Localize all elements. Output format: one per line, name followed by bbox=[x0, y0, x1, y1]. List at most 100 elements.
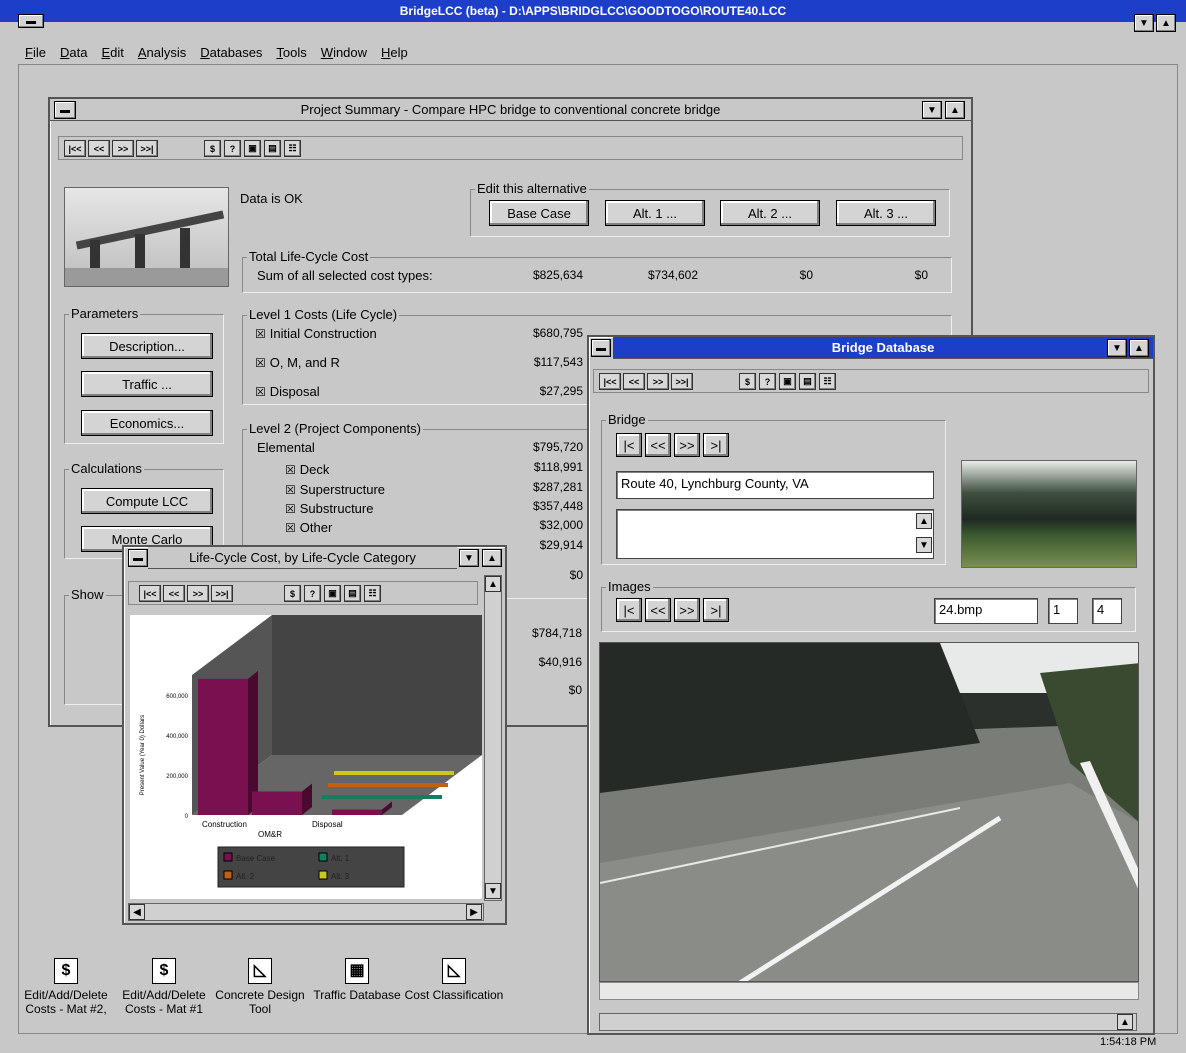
last-record-icon[interactable]: >>| bbox=[671, 373, 693, 390]
bridge-db-horizontal-scrollbar[interactable] bbox=[599, 1013, 1137, 1031]
image-last-button[interactable]: >| bbox=[703, 598, 729, 622]
next-record-icon[interactable]: >> bbox=[187, 585, 209, 602]
chart-maximize-button[interactable]: ▲ bbox=[482, 549, 502, 567]
compute-lcc-button[interactable]: Compute LCC bbox=[81, 488, 213, 514]
grid-icon[interactable]: ☷ bbox=[364, 585, 381, 602]
bridge-db-minimize-button[interactable]: ▼ bbox=[1107, 339, 1127, 357]
bridge-db-scroll-up-icon[interactable]: ▲ bbox=[1117, 1014, 1133, 1030]
checkbox-icon[interactable]: ☒ bbox=[285, 521, 296, 535]
maximize-button[interactable]: ▲ bbox=[1156, 14, 1176, 32]
chart-scroll-up-icon[interactable]: ▲ bbox=[485, 576, 501, 592]
copy-icon[interactable]: ▤ bbox=[264, 140, 281, 157]
project-summary-system-button[interactable]: ▬ bbox=[54, 101, 76, 119]
image-next-button[interactable]: >> bbox=[674, 598, 700, 622]
menu-analysis[interactable]: Analysis bbox=[131, 45, 193, 60]
menu-edit[interactable]: Edit bbox=[94, 45, 130, 60]
bridge-db-maximize-button[interactable]: ▲ bbox=[1129, 339, 1149, 357]
chart-scroll-right-icon[interactable]: ▶ bbox=[466, 904, 482, 920]
checkbox-icon[interactable]: ☒ bbox=[285, 483, 296, 497]
level1-row-omr[interactable]: ☒ O, M, and R bbox=[255, 355, 340, 370]
desktop-icon-cost-classification[interactable]: ◺ Cost Classification bbox=[404, 958, 504, 1002]
level2-row-substructure[interactable]: ☒ Substructure bbox=[285, 501, 373, 516]
dollar-icon[interactable]: $ bbox=[739, 373, 756, 390]
desktop-icon-concrete-design[interactable]: ◺ Concrete Design Tool bbox=[210, 958, 310, 1016]
minimize-button[interactable]: ▼ bbox=[1134, 14, 1154, 32]
project-summary-maximize-button[interactable]: ▲ bbox=[945, 101, 965, 119]
chart-scroll-left-icon[interactable]: ◀ bbox=[129, 904, 145, 920]
economics-button[interactable]: Economics... bbox=[81, 410, 213, 436]
legend-swatch bbox=[318, 852, 328, 862]
description-button[interactable]: Description... bbox=[81, 333, 213, 359]
checkbox-icon[interactable]: ☒ bbox=[255, 385, 266, 399]
previous-record-icon[interactable]: << bbox=[623, 373, 645, 390]
bridge-last-button[interactable]: >| bbox=[703, 433, 729, 457]
database-icon[interactable]: ▣ bbox=[324, 585, 341, 602]
alt-2-button[interactable]: Alt. 2 ... bbox=[720, 200, 820, 226]
chart-horizontal-scrollbar[interactable] bbox=[128, 903, 484, 921]
level1-label: Level 1 Costs (Life Cycle) bbox=[247, 307, 400, 322]
chart-minimize-button[interactable]: ▼ bbox=[459, 549, 479, 567]
database-icon[interactable]: ▣ bbox=[244, 140, 261, 157]
bridge-notes-field[interactable] bbox=[616, 509, 934, 559]
menu-tools[interactable]: Tools bbox=[269, 45, 313, 60]
menu-window[interactable]: Window bbox=[314, 45, 374, 60]
level2-row-other[interactable]: ☒ Other bbox=[285, 520, 332, 535]
chart-scroll-down-icon[interactable]: ▼ bbox=[485, 883, 501, 899]
checkbox-icon[interactable]: ☒ bbox=[255, 327, 266, 341]
base-case-button[interactable]: Base Case bbox=[489, 200, 589, 226]
checkbox-icon[interactable]: ☒ bbox=[285, 463, 296, 477]
last-record-icon[interactable]: >>| bbox=[211, 585, 233, 602]
help-icon[interactable]: ? bbox=[759, 373, 776, 390]
system-menu-button[interactable]: ▬ bbox=[18, 14, 44, 28]
desktop-icon-hpc-costs[interactable]: $ Edit/Add/Delete Costs - Mat #2, HPC Co… bbox=[16, 958, 116, 1016]
menu-file[interactable]: File bbox=[18, 45, 53, 60]
checkbox-icon[interactable]: ☒ bbox=[255, 356, 266, 370]
image-first-button[interactable]: |< bbox=[616, 598, 642, 622]
level1-row-initial-construction[interactable]: ☒ Initial Construction bbox=[255, 326, 377, 341]
bridge-first-button[interactable]: |< bbox=[616, 433, 642, 457]
project-summary-minimize-button[interactable]: ▼ bbox=[922, 101, 942, 119]
next-record-icon[interactable]: >> bbox=[647, 373, 669, 390]
grid-icon[interactable]: ☷ bbox=[284, 140, 301, 157]
alt-1-button[interactable]: Alt. 1 ... bbox=[605, 200, 705, 226]
help-icon[interactable]: ? bbox=[304, 585, 321, 602]
level2-row-deck[interactable]: ☒ Deck bbox=[285, 462, 329, 477]
image-index-field[interactable]: 1 bbox=[1048, 598, 1078, 624]
alt-3-button[interactable]: Alt. 3 ... bbox=[836, 200, 936, 226]
dollar-icon[interactable]: $ bbox=[204, 140, 221, 157]
notes-scroll-down-icon[interactable]: ▼ bbox=[916, 537, 932, 553]
bridge-prev-button[interactable]: << bbox=[645, 433, 671, 457]
last-record-icon[interactable]: >>| bbox=[136, 140, 158, 157]
next-record-icon[interactable]: >> bbox=[112, 140, 134, 157]
help-icon[interactable]: ? bbox=[224, 140, 241, 157]
chart-system-button[interactable]: ▬ bbox=[128, 549, 148, 567]
bridge-name-field[interactable]: Route 40, Lynchburg County, VA bbox=[616, 471, 934, 499]
image-prev-button[interactable]: << bbox=[645, 598, 671, 622]
chart-vertical-scrollbar[interactable] bbox=[484, 575, 502, 901]
image-filename-field[interactable]: 24.bmp bbox=[934, 598, 1038, 624]
checkbox-icon[interactable]: ☒ bbox=[285, 502, 296, 516]
total-base-case: $825,634 bbox=[532, 268, 583, 282]
menu-data[interactable]: Data bbox=[53, 45, 94, 60]
level2-row-superstructure[interactable]: ☒ Superstructure bbox=[285, 482, 385, 497]
dollar-icon[interactable]: $ bbox=[284, 585, 301, 602]
copy-icon[interactable]: ▤ bbox=[799, 373, 816, 390]
database-icon[interactable]: ▣ bbox=[779, 373, 796, 390]
previous-record-icon[interactable]: << bbox=[88, 140, 110, 157]
grid-icon[interactable]: ☷ bbox=[819, 373, 836, 390]
previous-record-icon[interactable]: << bbox=[163, 585, 185, 602]
first-record-icon[interactable]: |<< bbox=[599, 373, 621, 390]
desktop-icon-reinforced-costs[interactable]: $ Edit/Add/Delete Costs - Mat #1 Reinfor… bbox=[114, 958, 214, 1016]
menu-help[interactable]: Help bbox=[374, 45, 415, 60]
level1-row-disposal[interactable]: ☒ Disposal bbox=[255, 384, 320, 399]
copy-icon[interactable]: ▤ bbox=[344, 585, 361, 602]
traffic-button[interactable]: Traffic ... bbox=[81, 371, 213, 397]
first-record-icon[interactable]: |<< bbox=[64, 140, 86, 157]
bridge-next-button[interactable]: >> bbox=[674, 433, 700, 457]
first-record-icon[interactable]: |<< bbox=[139, 585, 161, 602]
menu-databases[interactable]: Databases bbox=[193, 45, 269, 60]
notes-scroll-up-icon[interactable]: ▲ bbox=[916, 513, 932, 529]
bridge-db-system-button[interactable]: ▬ bbox=[591, 339, 611, 357]
image-count-field[interactable]: 4 bbox=[1092, 598, 1122, 624]
desktop-icon-traffic-db[interactable]: ▦ Traffic Database bbox=[307, 958, 407, 1002]
